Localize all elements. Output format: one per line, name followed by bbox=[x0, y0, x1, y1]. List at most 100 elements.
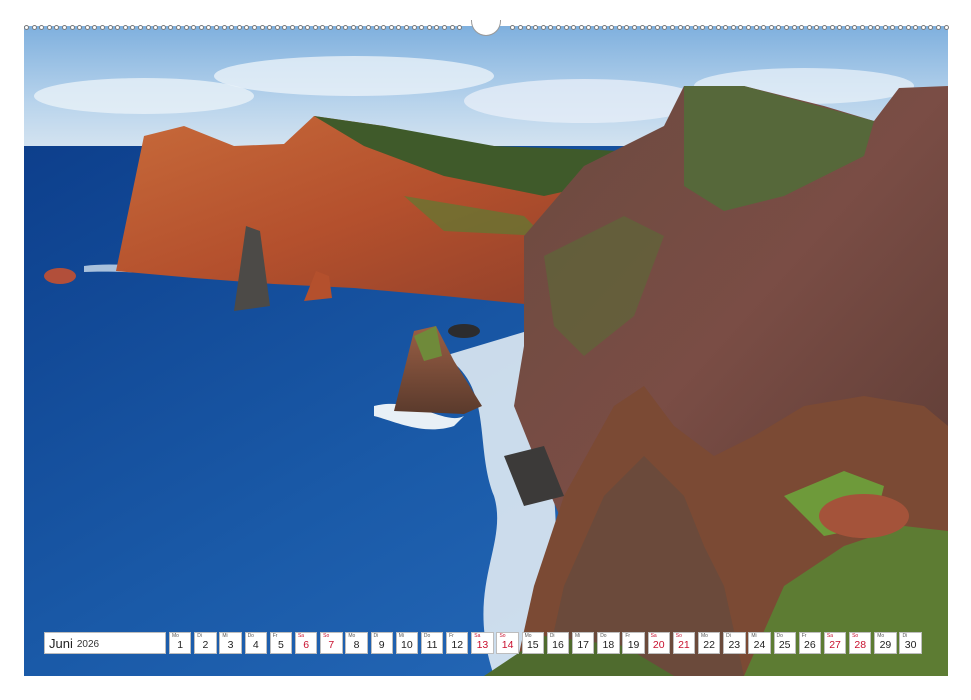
day-number: 12 bbox=[451, 639, 464, 651]
day-cell: Do 11 bbox=[420, 632, 444, 654]
binding-hole bbox=[730, 25, 736, 30]
binding-hole bbox=[343, 25, 349, 30]
binding-hole bbox=[662, 25, 668, 30]
binding-hole bbox=[404, 25, 409, 30]
binding-hole bbox=[252, 25, 257, 30]
binding-hole bbox=[738, 25, 744, 30]
binding-hole bbox=[525, 25, 531, 30]
binding-hole bbox=[39, 25, 45, 30]
binding-hole bbox=[814, 25, 820, 30]
binding-hole bbox=[715, 25, 721, 30]
binding-hole bbox=[700, 25, 706, 30]
binding-hole bbox=[419, 25, 425, 30]
day-number: 28 bbox=[854, 639, 867, 651]
binding-hole bbox=[69, 25, 75, 30]
binding-hole bbox=[388, 25, 394, 30]
day-cell: Mi 24 bbox=[748, 632, 771, 654]
binding-hole bbox=[259, 25, 265, 30]
binding-hole bbox=[594, 25, 599, 30]
binding-hole bbox=[282, 25, 288, 30]
binding-hole bbox=[198, 25, 204, 30]
day-number: 8 bbox=[353, 639, 360, 651]
binding-hole bbox=[138, 25, 143, 30]
binding-hole bbox=[624, 25, 630, 30]
binding-hole bbox=[548, 25, 554, 30]
day-number: 15 bbox=[526, 639, 539, 651]
binding-hole bbox=[510, 25, 516, 30]
binding-hole bbox=[358, 25, 364, 30]
binding-hole bbox=[670, 25, 675, 30]
binding-hole bbox=[221, 25, 227, 30]
binding-hole bbox=[373, 25, 379, 30]
day-number: 10 bbox=[401, 639, 413, 651]
binding-hole bbox=[426, 25, 432, 30]
binding-hole bbox=[654, 25, 660, 30]
binding-hole bbox=[130, 25, 136, 30]
binding-hole bbox=[328, 25, 333, 30]
binding-hole bbox=[320, 25, 326, 30]
day-cell: Sa 20 bbox=[647, 632, 670, 654]
binding-hole bbox=[632, 25, 637, 30]
binding-hole bbox=[647, 25, 653, 30]
binding-hole bbox=[122, 25, 128, 30]
day-number: 6 bbox=[303, 639, 310, 651]
binding-hole bbox=[236, 25, 242, 30]
binding-hole bbox=[145, 25, 151, 30]
binding-hole bbox=[852, 25, 858, 30]
binding-hole bbox=[77, 25, 83, 30]
binding-hole bbox=[92, 25, 98, 30]
day-number: 13 bbox=[476, 639, 489, 651]
binding-hole bbox=[442, 25, 447, 30]
binding-hole bbox=[890, 25, 896, 30]
binding-hole bbox=[244, 25, 250, 30]
binding-hole bbox=[540, 25, 546, 30]
day-cell: Do 25 bbox=[773, 632, 796, 654]
binding-hole bbox=[586, 25, 592, 30]
binding-hole bbox=[860, 25, 865, 30]
month-year: 2026 bbox=[76, 638, 100, 650]
binding-hole bbox=[518, 25, 523, 30]
binding-hole bbox=[844, 25, 850, 30]
binding-hole bbox=[160, 25, 166, 30]
day-cell: Sa 13 bbox=[471, 632, 494, 654]
day-number: 26 bbox=[804, 639, 816, 651]
binding-hole bbox=[571, 25, 577, 30]
binding-hole bbox=[806, 25, 812, 30]
binding-hole bbox=[335, 25, 341, 30]
binding-hole bbox=[24, 25, 29, 30]
day-number: 27 bbox=[829, 639, 841, 651]
binding-hole bbox=[434, 25, 440, 30]
binding-hole bbox=[176, 25, 181, 30]
day-cell: Di 2 bbox=[194, 632, 217, 654]
day-cell: Do 4 bbox=[244, 632, 267, 654]
day-number: 5 bbox=[278, 639, 284, 651]
hanger-hole bbox=[471, 20, 501, 36]
binding-hole bbox=[768, 25, 774, 30]
binding-hole bbox=[229, 25, 235, 30]
binding-hole bbox=[206, 25, 212, 30]
binding-hole bbox=[928, 25, 934, 30]
binding-hole bbox=[366, 25, 371, 30]
day-cell: Di 23 bbox=[723, 632, 746, 654]
binding-hole bbox=[784, 25, 789, 30]
binding-hole bbox=[799, 25, 805, 30]
binding-hole bbox=[913, 25, 919, 30]
binding-hole bbox=[639, 25, 645, 30]
day-number: 3 bbox=[227, 639, 234, 651]
binding-hole bbox=[875, 25, 881, 30]
binding-hole bbox=[350, 25, 356, 30]
month-name: Juni bbox=[49, 635, 73, 651]
binding-hole bbox=[616, 25, 622, 30]
binding-hole bbox=[411, 25, 417, 30]
binding-hole bbox=[533, 25, 539, 30]
binding-hole bbox=[898, 25, 903, 30]
landscape-photo bbox=[24, 26, 948, 676]
binding-hole bbox=[107, 25, 113, 30]
day-number: 16 bbox=[552, 639, 564, 651]
binding-hole bbox=[267, 25, 273, 30]
day-cell: Sa 6 bbox=[294, 632, 318, 654]
day-cell: Mo 1 bbox=[169, 632, 192, 654]
binding-hole bbox=[183, 25, 189, 30]
day-cell: Fr 19 bbox=[622, 632, 645, 654]
spiral-binding bbox=[24, 20, 949, 36]
